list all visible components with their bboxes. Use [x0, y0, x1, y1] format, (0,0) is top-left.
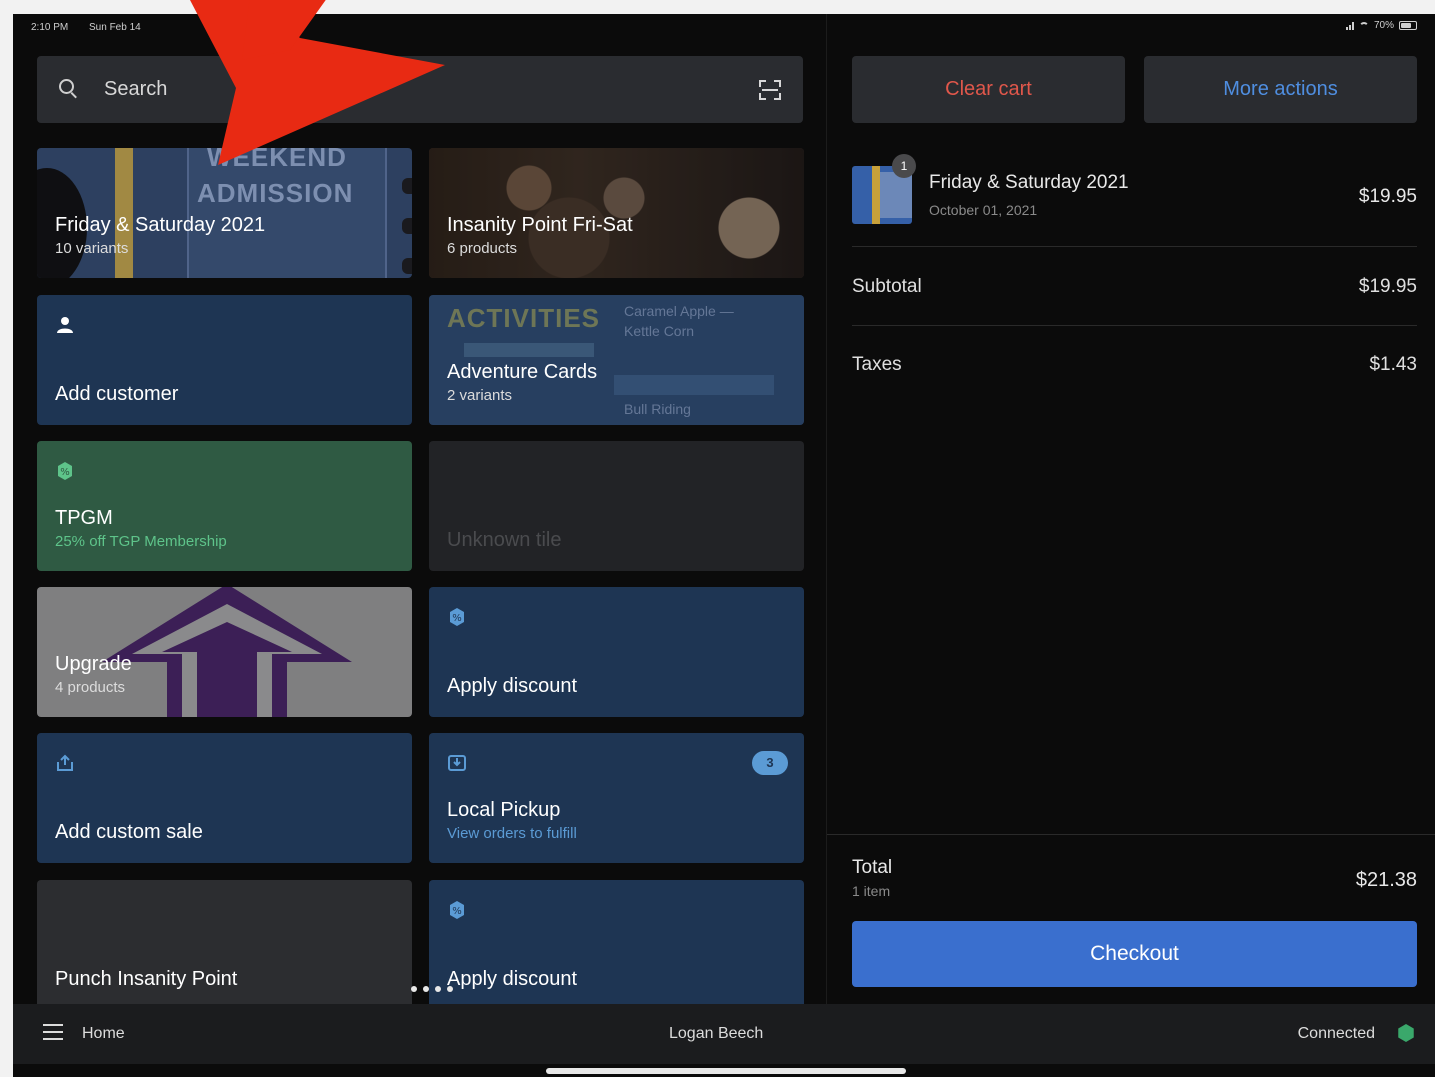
total-label: Total	[852, 857, 893, 878]
subtotal-label: Subtotal	[852, 276, 922, 297]
bottom-bar: Home Logan Beech Connected	[13, 1004, 1435, 1064]
tile-add-custom-sale[interactable]: Add custom sale	[37, 733, 412, 863]
pickup-count-badge: 3	[752, 751, 788, 775]
upgrade-arrow-image	[102, 587, 352, 717]
tile-title: Add customer	[55, 383, 179, 405]
svg-text:%: %	[60, 467, 70, 478]
tile-punch-insanity-point[interactable]: Punch Insanity Point	[37, 880, 412, 1010]
divider	[852, 246, 1417, 247]
total-item-count: 1 item	[852, 883, 891, 899]
tile-subtitle: 6 products	[447, 240, 518, 257]
tile-title: Upgrade	[55, 653, 132, 675]
taxes-row: Taxes $1.43	[852, 354, 1417, 376]
home-indicator[interactable]	[546, 1068, 906, 1074]
cart-item-quantity-badge: 1	[892, 154, 916, 178]
tile-title: Local Pickup	[447, 799, 561, 821]
person-icon	[57, 317, 73, 333]
connection-status-label: Connected	[1297, 1025, 1375, 1042]
discount-badge-icon: %	[450, 901, 464, 919]
insanity-photo	[429, 148, 804, 278]
tile-apply-discount-2[interactable]: % Apply discount	[429, 880, 804, 1010]
tile-unknown[interactable]: Unknown tile	[429, 441, 804, 571]
home-nav-label[interactable]: Home	[82, 1025, 125, 1043]
tile-grid-pane: Search WEEKEND ADMISSION Friday & Saturd…	[13, 14, 826, 1010]
tile-insanity-point-fri-sat[interactable]: Insanity Point Fri-Sat 6 products	[429, 148, 804, 278]
clear-cart-button[interactable]: Clear cart	[852, 56, 1125, 123]
hamburger-menu-icon[interactable]	[43, 1024, 63, 1040]
tile-title: Punch Insanity Point	[55, 968, 238, 990]
tile-subtitle: View orders to fulfill	[447, 825, 577, 842]
tile-title: TPGM	[55, 507, 113, 529]
tile-apply-discount[interactable]: % Apply discount	[429, 587, 804, 717]
cart-pane: Clear cart More actions 1 Friday & Satur…	[826, 14, 1435, 1004]
tile-local-pickup[interactable]: 3 Local Pickup View orders to fulfill	[429, 733, 804, 863]
tile-subtitle: 4 products	[55, 679, 126, 696]
tile-tpgm[interactable]: % TPGM 25% off TGP Membership	[37, 441, 412, 571]
total-value: $21.38	[1355, 869, 1417, 891]
discount-tag-icon: %	[58, 462, 72, 480]
tile-title: Insanity Point Fri-Sat	[447, 214, 633, 236]
cart-item-price: $19.95	[1358, 186, 1417, 207]
checkout-button[interactable]: Checkout	[852, 921, 1417, 987]
search-bar[interactable]: Search	[37, 56, 803, 123]
tile-subtitle: 10 variants	[55, 240, 129, 257]
tile-title: Apply discount	[447, 675, 578, 697]
admission-banner-line2: ADMISSION	[197, 178, 354, 208]
tile-upgrade[interactable]: Upgrade 4 products	[37, 587, 412, 717]
activities-image: ACTIVITIES Caramel Apple — Kettle Corn B…	[429, 295, 804, 425]
svg-text:%: %	[452, 906, 462, 917]
connection-status-icon	[1398, 1024, 1414, 1042]
more-actions-button[interactable]: More actions	[1144, 56, 1417, 123]
subtotal-row: Subtotal $19.95	[852, 276, 1417, 298]
barcode-scan-icon[interactable]	[759, 80, 781, 100]
divider	[852, 325, 1417, 326]
taxes-value: $1.43	[1369, 354, 1417, 375]
tile-add-customer[interactable]: Add customer	[37, 295, 412, 425]
subtotal-value: $19.95	[1358, 276, 1417, 297]
cart-item-name: Friday & Saturday 2021	[929, 172, 1129, 193]
tile-adventure-cards[interactable]: ACTIVITIES Caramel Apple — Kettle Corn B…	[429, 295, 804, 425]
tile-title: Adventure Cards	[447, 361, 598, 383]
cart-line-item[interactable]: 1 Friday & Saturday 2021 October 01, 202…	[852, 154, 1417, 234]
admission-image: WEEKEND ADMISSION	[37, 148, 412, 278]
pickup-box-icon	[448, 755, 466, 771]
custom-sale-icon	[57, 754, 73, 771]
tile-title: Add custom sale	[55, 821, 203, 843]
discount-badge-icon: %	[450, 608, 464, 626]
svg-text:%: %	[452, 613, 462, 624]
tile-title: Friday & Saturday 2021	[55, 214, 266, 236]
total-section: Total 1 item $21.38 Checkout	[827, 834, 1435, 1004]
pane-drag-handle[interactable]	[397, 979, 467, 999]
tile-title: Unknown tile	[447, 529, 562, 551]
cart-item-date: October 01, 2021	[929, 202, 1038, 218]
search-input[interactable]: Search	[104, 78, 167, 101]
admission-banner-line1: WEEKEND	[207, 148, 347, 172]
current-user-label[interactable]: Logan Beech	[669, 1025, 763, 1043]
tile-subtitle: 2 variants	[447, 387, 513, 404]
search-icon	[59, 79, 77, 99]
pos-screen: 2:10 PM Sun Feb 14 70% Search WEEKEND AD…	[13, 14, 1435, 1077]
tile-friday-saturday-2021[interactable]: WEEKEND ADMISSION Friday & Saturday 2021…	[37, 148, 412, 278]
tile-subtitle: 25% off TGP Membership	[55, 533, 227, 550]
taxes-label: Taxes	[852, 354, 902, 375]
